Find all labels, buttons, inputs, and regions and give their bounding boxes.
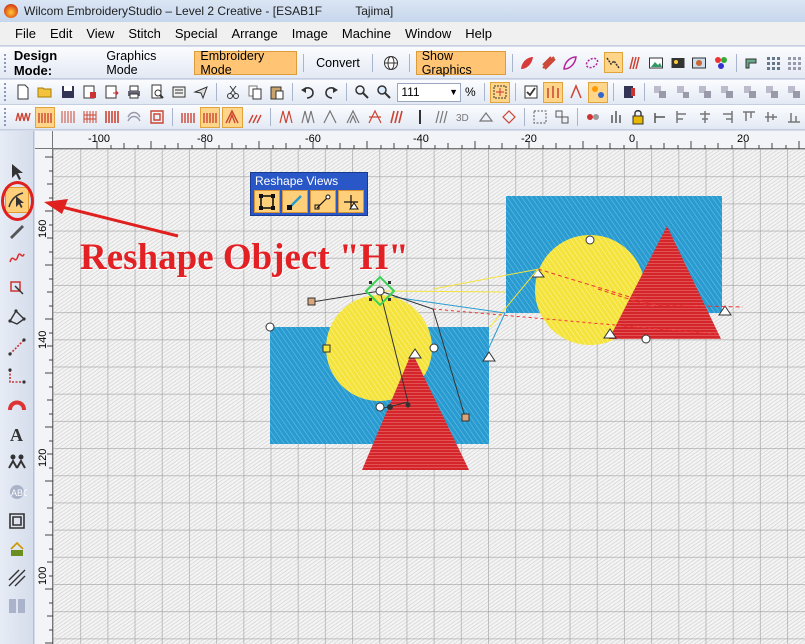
- annotation-label: Reshape Object "H": [80, 237, 409, 278]
- annotation-arrow: [44, 199, 179, 238]
- embroidery-studio-window: Wilcom EmbroideryStudio – Level 2 Creati…: [0, 0, 805, 644]
